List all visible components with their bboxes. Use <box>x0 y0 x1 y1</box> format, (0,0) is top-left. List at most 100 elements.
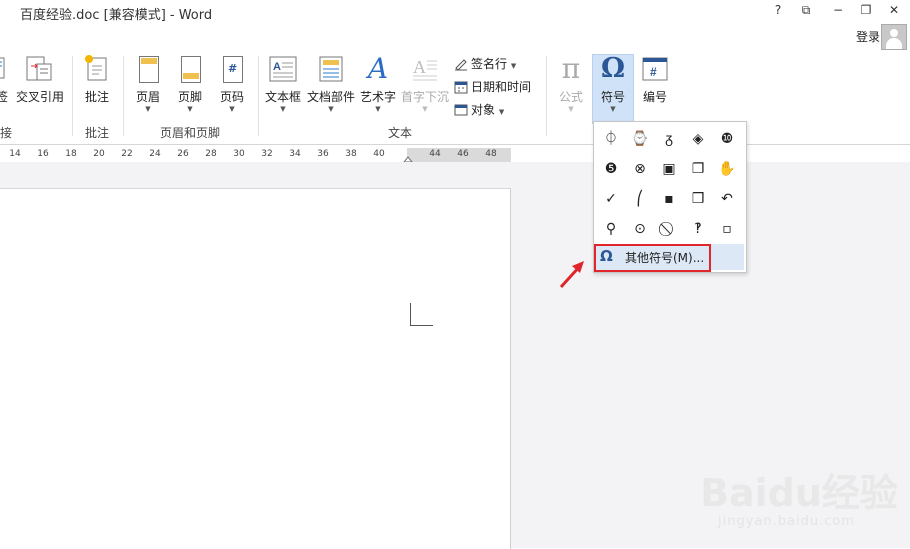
chevron-down-icon: ▼ <box>610 105 616 113</box>
ruler-tick: 24 <box>149 149 161 159</box>
symbol-cell[interactable]: ✓ <box>596 184 626 214</box>
symbol-cell[interactable]: ⚲ <box>596 214 626 244</box>
drop-cap-button[interactable]: A 首字下沉 ▼ <box>400 54 450 116</box>
symbol-cell[interactable]: ▫ <box>712 214 742 244</box>
footer-icon <box>175 54 205 84</box>
page-number-button[interactable]: # 页码 ▼ <box>212 54 252 116</box>
highlight-box <box>594 244 711 272</box>
watermark-url: jingyan.baidu.com <box>718 514 855 529</box>
symbol-cell[interactable]: ▣ <box>654 154 684 184</box>
header-icon <box>133 54 163 84</box>
ruler-tick: 46 <box>457 149 469 159</box>
footer-button[interactable]: 页脚 ▼ <box>170 54 210 116</box>
signature-line-button[interactable]: 签名行 ▼ <box>454 54 516 74</box>
ruler-tick: 22 <box>121 149 133 159</box>
text-box-label: 文本框 <box>264 90 301 104</box>
ruler-tick: 32 <box>261 149 273 159</box>
pi-icon: π <box>561 52 581 85</box>
object-label: 对象 <box>471 103 496 117</box>
close-button[interactable]: ✕ <box>884 3 904 17</box>
ruler-tick: 16 <box>37 149 49 159</box>
group-separator <box>123 56 124 136</box>
symbol-cell[interactable]: ❒ <box>683 184 713 214</box>
date-time-button[interactable]: 日期和时间 <box>454 77 531 97</box>
watermark: Baidu经验 jingyan.baidu.com <box>700 452 900 542</box>
omega-icon: Ω <box>600 53 626 84</box>
chevron-down-icon: ▼ <box>375 105 381 113</box>
svg-text:A: A <box>273 61 281 73</box>
numbering-button[interactable]: # 编号 <box>636 54 674 116</box>
annotation-arrow-icon <box>559 261 584 289</box>
signature-line-icon <box>454 57 468 71</box>
margin-corner-mark <box>410 303 433 326</box>
cross-reference-icon <box>25 54 55 84</box>
window-title: 百度经验.doc [兼容模式] - Word <box>20 8 213 23</box>
symbol-dropdown: ⏀ ⌚ ᵹ ◈ ❿ ❺ ⊗ ▣ ❐ ✋ ✓ ⎛ ▪ ❒ ↶ ⚲ ⊙ ⃠ ‽ ▫ … <box>593 121 747 273</box>
symbol-button[interactable]: Ω 符号 ▼ <box>592 54 634 116</box>
quick-parts-icon <box>316 54 346 84</box>
symbol-cell[interactable]: ⏀ <box>596 124 626 154</box>
symbol-cell[interactable]: ⎛ <box>625 184 655 214</box>
object-button[interactable]: 对象 ▼ <box>454 100 504 120</box>
wordart-label: 艺术字 <box>359 90 396 104</box>
cross-reference-button[interactable]: 交叉引用 <box>14 54 66 116</box>
ruler-tick: 30 <box>233 149 245 159</box>
chevron-down-icon: ▼ <box>229 105 235 113</box>
ruler-tick: 34 <box>289 149 301 159</box>
new-comment-button[interactable]: 批注 <box>78 54 116 116</box>
symbol-cell[interactable]: ✋ <box>712 154 742 184</box>
symbol-cell[interactable]: ⃠ <box>654 214 684 244</box>
text-group-label: 文本 <box>388 126 413 140</box>
document-page[interactable] <box>0 188 511 549</box>
cross-reference-label: 交叉引用 <box>15 90 64 104</box>
chevron-down-icon: ▼ <box>568 105 574 113</box>
title-bar: 百度经验.doc [兼容模式] - Word ? ⧉ − ❐ ✕ <box>0 0 910 26</box>
ribbon-display-options-icon[interactable]: ⧉ <box>796 3 816 18</box>
wordart-icon: A <box>367 52 389 85</box>
user-avatar-icon[interactable] <box>881 24 907 50</box>
comments-group-label: 批注 <box>85 126 110 140</box>
equation-label: 公式 <box>558 90 583 104</box>
symbol-cell[interactable]: ⊗ <box>625 154 655 184</box>
bookmark-icon <box>0 54 10 84</box>
ruler-tick: 44 <box>429 149 441 159</box>
quick-parts-button[interactable]: 文档部件 ▼ <box>305 54 357 116</box>
symbol-cell[interactable]: ⊙ <box>625 214 655 244</box>
chevron-down-icon: ▼ <box>187 105 193 113</box>
wordart-button[interactable]: A 艺术字 ▼ <box>358 54 398 116</box>
bookmark-label: 签 <box>0 90 8 104</box>
symbol-cell[interactable]: ↶ <box>712 184 742 214</box>
symbol-label: 符号 <box>600 90 625 104</box>
object-icon <box>454 103 468 117</box>
links-group-label: 接 <box>0 126 13 140</box>
svg-text:A: A <box>413 57 426 77</box>
symbol-cell[interactable]: ᵹ <box>654 124 684 154</box>
text-box-button[interactable]: A 文本框 ▼ <box>262 54 304 116</box>
text-box-icon: A <box>268 54 298 84</box>
header-button[interactable]: 页眉 ▼ <box>128 54 168 116</box>
group-separator <box>546 56 547 136</box>
symbol-cell[interactable]: ❺ <box>596 154 626 184</box>
ruler-tick: 18 <box>65 149 77 159</box>
symbol-cell[interactable]: ▪ <box>654 184 684 214</box>
help-button[interactable]: ? <box>768 3 788 17</box>
symbol-cell[interactable]: ❿ <box>712 124 742 154</box>
chevron-down-icon: ▼ <box>280 105 286 113</box>
symbol-cell[interactable]: ❐ <box>683 154 713 184</box>
header-label: 页眉 <box>135 90 160 104</box>
header-footer-group-label: 页眉和页脚 <box>160 126 221 140</box>
ruler-tick: 48 <box>485 149 497 159</box>
horizontal-ruler[interactable]: 14 16 18 20 22 24 26 28 30 32 34 36 38 4… <box>0 148 511 163</box>
symbol-cell[interactable]: ◈ <box>683 124 713 154</box>
group-separator <box>72 56 73 136</box>
restore-button[interactable]: ❐ <box>856 3 876 17</box>
minimize-button[interactable]: − <box>828 3 848 17</box>
ribbon-insert-tab: 签 交叉引用 接 批注 批注 页眉 ▼ 页脚 ▼ # 页码 ▼ 页眉和页脚 A <box>0 50 910 145</box>
bookmark-button[interactable]: 签 <box>0 54 12 116</box>
symbol-cell[interactable]: ⌚ <box>625 124 655 154</box>
symbol-cell[interactable]: ‽ <box>683 214 713 244</box>
quick-parts-label: 文档部件 <box>306 90 355 104</box>
ruler-tick: 28 <box>205 149 217 159</box>
equation-button[interactable]: π 公式 ▼ <box>552 54 590 116</box>
login-link[interactable]: 登录 <box>856 28 880 45</box>
